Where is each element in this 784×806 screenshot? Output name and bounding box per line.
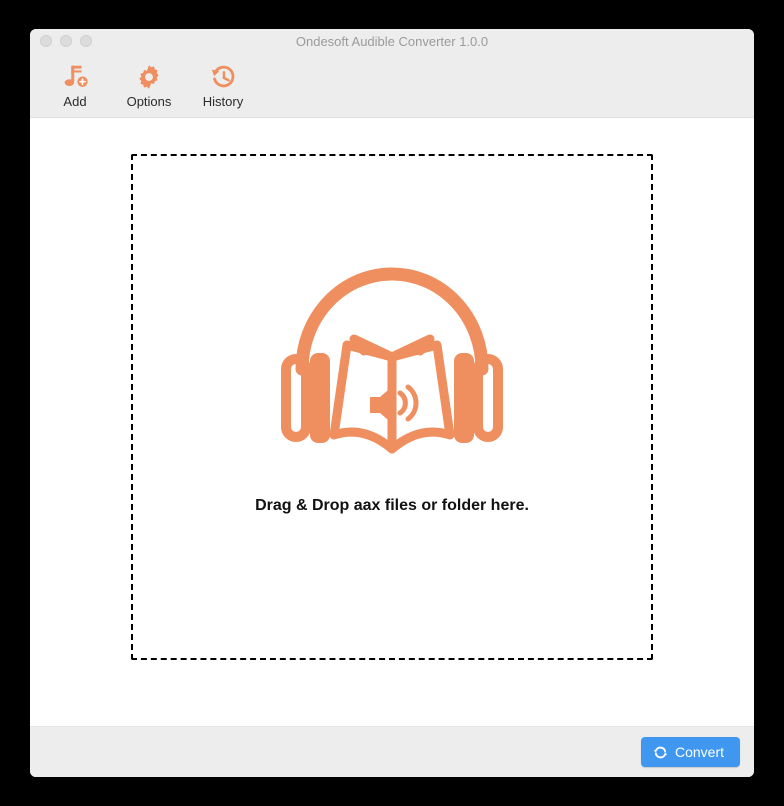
window-controls [30, 35, 92, 47]
options-button[interactable]: Options [112, 57, 186, 113]
add-label: Add [63, 94, 86, 109]
convert-button[interactable]: Convert [641, 737, 740, 767]
history-label: History [203, 94, 243, 109]
add-music-icon [60, 62, 90, 92]
audiobook-headphones-icon [272, 239, 512, 469]
gear-icon [134, 62, 164, 92]
close-window-button[interactable] [40, 35, 52, 47]
drop-hint-text: Drag & Drop aax files or folder here. [255, 497, 529, 515]
main-content: Drag & Drop aax files or folder here. [30, 118, 754, 726]
history-button[interactable]: History [186, 57, 260, 113]
history-icon [208, 62, 238, 92]
options-label: Options [127, 94, 172, 109]
convert-refresh-icon [653, 744, 669, 760]
footer: Convert [30, 726, 754, 777]
drop-zone[interactable]: Drag & Drop aax files or folder here. [131, 154, 653, 660]
titlebar: Ondesoft Audible Converter 1.0.0 [30, 29, 754, 53]
add-button[interactable]: Add [38, 57, 112, 113]
window-title: Ondesoft Audible Converter 1.0.0 [30, 34, 754, 49]
toolbar: Add Options [30, 53, 754, 118]
app-window: Ondesoft Audible Converter 1.0.0 [30, 29, 754, 777]
zoom-window-button[interactable] [80, 35, 92, 47]
minimize-window-button[interactable] [60, 35, 72, 47]
convert-label: Convert [675, 744, 724, 760]
